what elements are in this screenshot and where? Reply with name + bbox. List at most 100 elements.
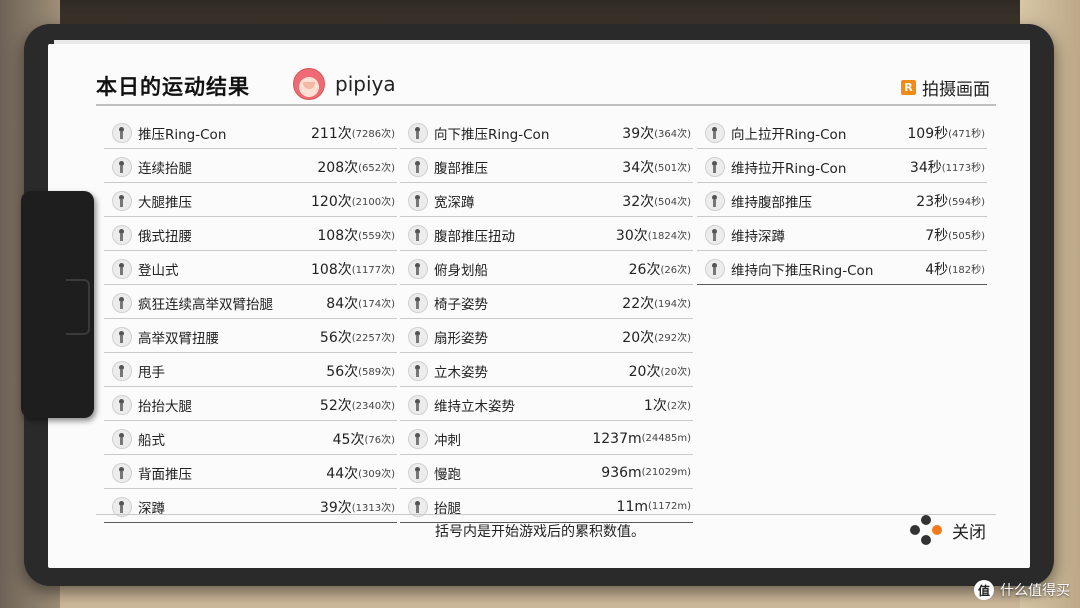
exercise-name: 甩手 — [138, 364, 165, 381]
exercise-value: 34秒 (1173秒) — [910, 151, 985, 182]
hold-press-down-icon — [705, 258, 725, 279]
exercise-name: 向下推压Ring-Con — [434, 126, 550, 143]
result-row: 腹部推压 34次 (501次) — [400, 151, 693, 183]
total-count: (194次) — [654, 299, 691, 310]
arm-swing-icon — [112, 360, 132, 381]
exercise-value: 56次 (2257次) — [320, 321, 395, 352]
ab-press-twist-icon — [408, 224, 428, 245]
result-row: 抬腿 11m (1172m) — [400, 491, 693, 523]
today-count: 84次 — [326, 295, 359, 312]
today-count: 1237m — [592, 430, 642, 447]
exercise-value: 34次 (501次) — [622, 151, 691, 182]
total-count: (2次) — [666, 401, 691, 412]
tree-pose-icon — [408, 360, 428, 381]
sprint-icon — [408, 428, 428, 449]
results-column-1: 推压Ring-Con 211次 (7286次) 连续抬腿 208次 (652次) 大腿推压 1… — [104, 117, 397, 525]
close-label: 关闭 — [952, 522, 986, 543]
today-count: 109秒 — [907, 125, 949, 142]
total-count: (20次) — [660, 367, 691, 378]
result-row: 腹部推压扭动 30次 (1824次) — [400, 219, 693, 251]
fan-pose-icon — [408, 326, 428, 347]
overhead-twist-icon — [112, 326, 132, 347]
total-count: (182秒) — [948, 265, 985, 276]
total-count: (471秒) — [948, 129, 985, 140]
exercise-value: 56次 (589次) — [326, 355, 395, 386]
exercise-name: 慢跑 — [434, 466, 461, 483]
exercise-value: 108次 (1177次) — [311, 253, 395, 284]
exercise-name: 俯身划船 — [434, 262, 488, 279]
jog-icon — [408, 462, 428, 483]
result-row: 船式 45次 (76次) — [104, 423, 397, 455]
total-count: (594秒) — [948, 197, 985, 208]
today-count: 211次 — [311, 125, 352, 142]
total-count: (309次) — [358, 469, 395, 480]
exercise-value: 22次 (194次) — [622, 287, 691, 318]
exercise-value: 7秒 (505秒) — [925, 219, 985, 250]
watermark-text: 什么值得买 — [1000, 583, 1070, 599]
exercise-name: 立木姿势 — [434, 364, 488, 381]
today-count: 20次 — [628, 363, 661, 380]
result-row: 冲刺 1237m (24485m) — [400, 423, 693, 455]
exercise-name: 维持深蹲 — [731, 228, 785, 245]
total-count: (174次) — [358, 299, 395, 310]
exercise-name: 背面推压 — [138, 466, 192, 483]
today-count: 39次 — [622, 125, 655, 142]
footer-divider — [96, 514, 996, 515]
exercise-value: 211次 (7286次) — [311, 117, 395, 148]
exercise-name: 推压Ring-Con — [138, 126, 227, 143]
exercise-value: 45次 (76次) — [333, 423, 395, 454]
today-count: 26次 — [628, 261, 661, 278]
hold-pull-icon — [705, 156, 725, 177]
result-row: 推压Ring-Con 211次 (7286次) — [104, 117, 397, 149]
exercise-name: 冲刺 — [434, 432, 461, 449]
today-count: 45次 — [332, 431, 365, 448]
result-row: 俯身划船 26次 (26次) — [400, 253, 693, 285]
exercise-name: 扇形姿势 — [434, 330, 488, 347]
close-button[interactable]: 关闭 — [910, 515, 986, 545]
total-count: (2257次) — [351, 333, 395, 344]
exercise-value: 11m (1172m) — [617, 491, 691, 522]
result-row: 维持拉开Ring-Con 34秒 (1173秒) — [697, 151, 987, 183]
press-down-icon — [408, 122, 428, 143]
chair-pose-icon — [408, 292, 428, 313]
today-count: 56次 — [326, 363, 359, 380]
result-row: 深蹲 39次 (1313次) — [104, 491, 397, 523]
exercise-name: 腹部推压扭动 — [434, 228, 515, 245]
result-row: 俄式扭腰 108次 (559次) — [104, 219, 397, 251]
today-count: 936m — [601, 464, 642, 481]
exercise-name: 高举双臂扭腰 — [138, 330, 219, 347]
result-row: 立木姿势 20次 (20次) — [400, 355, 693, 387]
bent-over-row-icon — [408, 258, 428, 279]
total-count: (1172m) — [648, 501, 691, 512]
russian-twist-icon — [112, 224, 132, 245]
exercise-name: 椅子姿势 — [434, 296, 488, 313]
result-row: 登山式 108次 (1177次) — [104, 253, 397, 285]
result-row: 维持立木姿势 1次 (2次) — [400, 389, 693, 421]
today-count: 108次 — [317, 227, 359, 244]
exercise-value: 936m (21029m) — [601, 457, 691, 488]
today-count: 22次 — [622, 295, 655, 312]
today-count: 208次 — [317, 159, 359, 176]
result-row: 甩手 56次 (589次) — [104, 355, 397, 387]
exercise-name: 维持拉开Ring-Con — [731, 160, 847, 177]
exercise-name: 连续抬腿 — [138, 160, 192, 177]
exercise-name: 疯狂连续高举双臂抬腿 — [138, 296, 273, 313]
thigh-press-icon — [112, 190, 132, 211]
total-count: (24485m) — [641, 433, 691, 444]
result-row: 大腿推压 120次 (2100次) — [104, 185, 397, 217]
result-row: 维持腹部推压 23秒 (594秒) — [697, 185, 987, 217]
controller-buttons-icon — [910, 515, 942, 545]
crazy-leg-lift-icon — [112, 292, 132, 313]
exercise-value: 26次 (26次) — [629, 253, 691, 284]
watermark-logo-icon: 值 — [974, 580, 994, 600]
today-count: 20次 — [622, 329, 655, 346]
total-count: (292次) — [654, 333, 691, 344]
today-count: 7秒 — [925, 227, 949, 244]
exercise-value: 52次 (2340次) — [320, 389, 395, 420]
capture-screen-button[interactable]: R 拍摄画面 — [901, 76, 990, 100]
result-row: 高举双臂扭腰 56次 (2257次) — [104, 321, 397, 353]
exercise-value: 120次 (2100次) — [311, 185, 395, 216]
exercise-name: 抬抬大腿 — [138, 398, 192, 415]
ab-press-icon — [408, 156, 428, 177]
exercise-value: 1237m (24485m) — [592, 423, 691, 454]
